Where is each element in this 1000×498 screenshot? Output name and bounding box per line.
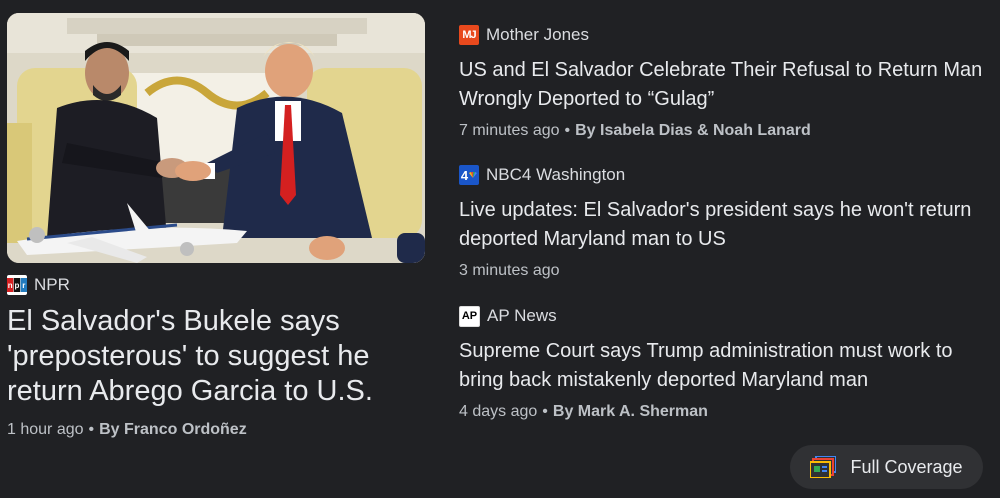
byline[interactable]: By Mark A. Sherman	[553, 403, 708, 420]
full-coverage-label: Full Coverage	[850, 456, 963, 477]
timestamp: 4 days ago	[459, 403, 538, 420]
story-source[interactable]: 4 NBC4 Washington	[459, 164, 989, 186]
featured-headline[interactable]: El Salvador's Bukele says 'preposterous'…	[7, 304, 425, 409]
nbc4-logo-icon: 4	[459, 165, 479, 185]
story-headline[interactable]: Live updates: El Salvador's president sa…	[459, 196, 989, 254]
news-cluster: n p r NPR El Salvador's Bukele says 'pre…	[0, 0, 1000, 498]
featured-source[interactable]: n p r NPR	[7, 274, 425, 296]
story-source[interactable]: MJ Mother Jones	[459, 24, 989, 46]
featured-meta: 1 hour ago • By Franco Ordoñez	[7, 421, 425, 439]
story-source[interactable]: AP AP News	[459, 305, 989, 327]
source-name: NPR	[34, 275, 70, 294]
story-meta: 3 minutes ago	[459, 262, 989, 280]
story-meta: 4 days ago • By Mark A. Sherman	[459, 403, 989, 421]
mother-jones-logo-icon: MJ	[459, 25, 479, 45]
svg-text:r: r	[22, 281, 25, 290]
featured-photo[interactable]	[7, 13, 425, 263]
source-name: Mother Jones	[486, 25, 589, 44]
separator: •	[564, 122, 571, 139]
full-coverage-button[interactable]: Full Coverage	[790, 445, 983, 489]
separator: •	[542, 403, 548, 420]
story-headline[interactable]: US and El Salvador Celebrate Their Refus…	[459, 56, 989, 114]
ap-logo-icon: AP	[459, 305, 480, 327]
timestamp: 1 hour ago	[7, 421, 84, 438]
byline[interactable]: By Isabela Dias & Noah Lanard	[575, 122, 811, 139]
featured-photo-illustration	[7, 13, 425, 263]
story-item[interactable]: 4 NBC4 Washington Live updates: El Salva…	[459, 164, 989, 280]
svg-text:p: p	[15, 281, 20, 290]
timestamp: 3 minutes ago	[459, 262, 560, 279]
timestamp: 7 minutes ago	[459, 122, 560, 139]
source-name: AP News	[487, 306, 557, 325]
svg-text:n: n	[8, 281, 13, 290]
featured-story[interactable]: n p r NPR El Salvador's Bukele says 'pre…	[7, 13, 425, 439]
byline[interactable]: By Franco Ordoñez	[99, 421, 247, 438]
source-name: NBC4 Washington	[486, 165, 626, 184]
story-headline[interactable]: Supreme Court says Trump administration …	[459, 337, 989, 395]
npr-logo-icon: n p r	[7, 275, 27, 295]
separator: •	[88, 421, 95, 438]
full-coverage-icon	[810, 456, 837, 478]
story-meta: 7 minutes ago • By Isabela Dias & Noah Lan…	[459, 122, 989, 140]
story-item[interactable]: MJ Mother Jones US and El Salvador Celeb…	[459, 24, 989, 140]
story-item[interactable]: AP AP News Supreme Court says Trump admi…	[459, 305, 989, 421]
